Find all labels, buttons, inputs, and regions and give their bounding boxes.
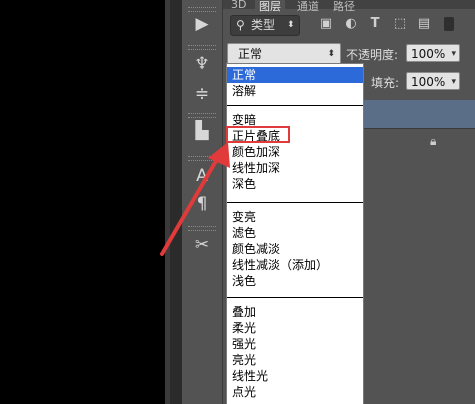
blend-option-overlay[interactable]: 叠加 (227, 304, 363, 320)
menu-divider (227, 105, 363, 106)
red-arrow-annotation (160, 142, 230, 256)
canvas-area (0, 0, 165, 404)
updown-arrows-icon: ⬍ (327, 49, 335, 59)
blend-option-vivid-light[interactable]: 亮光 (227, 352, 363, 368)
blend-mode-dropdown: 正常 溶解 变暗 正片叠底 颜色加深 线性加深 深色 变亮 滤色 颜色减淡 线性… (226, 63, 364, 404)
blend-option-linear-dodge[interactable]: 线性减淡（添加） (227, 257, 363, 273)
dropdown-arrow-icon[interactable]: ▾ (451, 45, 456, 63)
blend-option-linear-burn[interactable]: 线性加深 (227, 160, 363, 176)
updown-arrows-icon: ⬍ (287, 20, 295, 30)
blend-option-screen[interactable]: 滤色 (227, 225, 363, 241)
selected-layer-row[interactable] (364, 100, 475, 128)
adjustments-sliders-icon[interactable]: ≑ (190, 82, 214, 106)
fill-label: 填充: (371, 76, 400, 90)
opacity-input[interactable]: 100% ▾ (406, 44, 460, 62)
panel-tab-bar: 3D 图层 通道 路径 (223, 0, 475, 14)
opacity-value: 100% (411, 47, 446, 61)
layer-divider (364, 128, 475, 129)
menu-divider (227, 297, 363, 298)
type-filter-icon[interactable]: T (367, 15, 383, 33)
blend-mode-value: 正常 (238, 47, 263, 61)
dropdown-arrow-icon[interactable]: ▾ (451, 73, 456, 91)
filter-toggle[interactable] (444, 17, 454, 31)
blend-option-lighter-color[interactable]: 浅色 (227, 273, 363, 289)
blend-option-pin-light[interactable]: 点光 (227, 384, 363, 400)
blend-option-normal[interactable]: 正常 (227, 67, 363, 83)
tab-3d[interactable]: 3D (231, 0, 246, 11)
blend-option-soft-light[interactable]: 柔光 (227, 320, 363, 336)
blend-option-dissolve[interactable]: 溶解 (227, 83, 363, 99)
blend-option-darker-color[interactable]: 深色 (227, 176, 363, 192)
adjustment-filter-icon[interactable]: ◐ (343, 15, 359, 33)
blend-option-color-dodge[interactable]: 颜色减淡 (227, 241, 363, 257)
blend-option-color-burn[interactable]: 颜色加深 (227, 144, 363, 160)
menu-divider (227, 202, 363, 203)
fill-value: 100% (411, 75, 446, 89)
smart-object-filter-icon[interactable]: ▤ (416, 15, 432, 33)
tab-channels[interactable]: 通道 (297, 0, 319, 14)
tab-layers[interactable]: 图层 (255, 0, 285, 14)
lock-icon: 🔒︎ (430, 134, 437, 148)
tab-paths[interactable]: 路径 (333, 0, 355, 14)
blend-option-lighten[interactable]: 变亮 (227, 209, 363, 225)
play-icon[interactable]: ▶ (190, 12, 214, 36)
blend-mode-select[interactable]: 正常 ⬍ (227, 43, 341, 65)
brush-presets-icon[interactable]: ♆ (190, 52, 214, 76)
grip-handle[interactable] (188, 45, 216, 50)
fill-input[interactable]: 100% ▾ (406, 72, 460, 90)
opacity-label: 不透明度: (346, 48, 399, 62)
layer-filter-select[interactable]: ⚲ 类型 ⬍ (230, 15, 300, 36)
blend-option-hard-light[interactable]: 强光 (227, 336, 363, 352)
search-icon: ⚲ (236, 18, 245, 32)
image-filter-icon[interactable]: ▣ (318, 15, 334, 33)
filter-type-label: 类型 (251, 18, 276, 32)
shape-filter-icon[interactable]: ⬚ (392, 15, 408, 33)
grip-handle[interactable] (188, 113, 216, 118)
blend-option-linear-light[interactable]: 线性光 (227, 368, 363, 384)
